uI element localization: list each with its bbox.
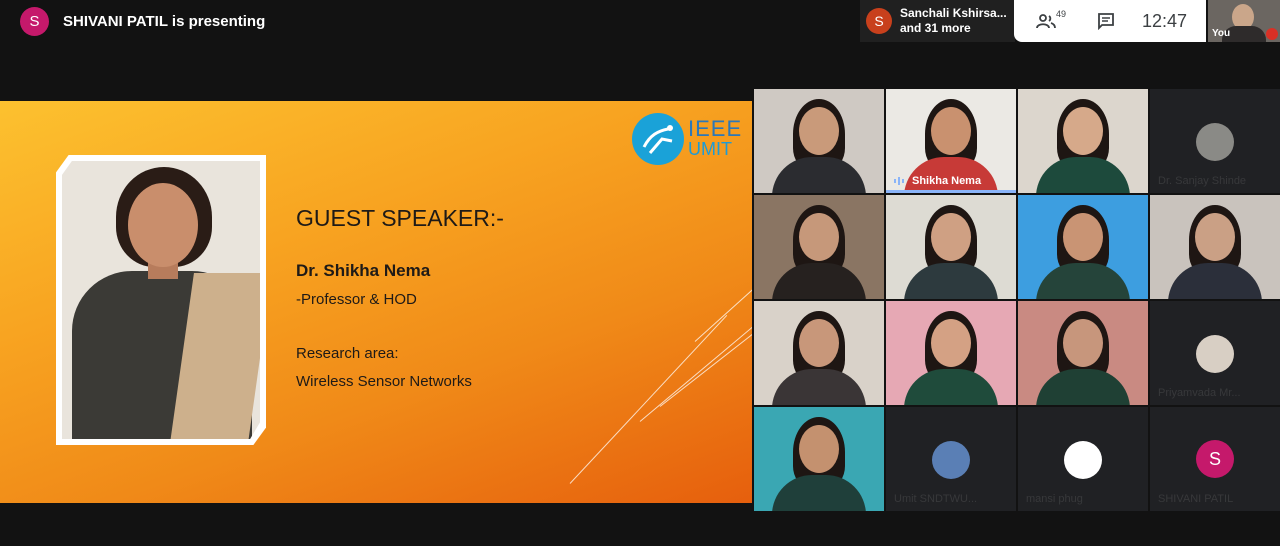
presenter-indicator: S SHIVANI PATIL is presenting: [20, 7, 265, 36]
speaker-photo-frame: [56, 155, 266, 445]
participants-summary: Sanchali Kshirsa... and 31 more: [900, 6, 1007, 36]
self-label: You: [1212, 28, 1231, 39]
people-count: 49: [1055, 9, 1066, 19]
participant-tile[interactable]: [886, 195, 1016, 299]
meeting-controls-panel: 49 12:47: [1014, 0, 1206, 42]
speaking-indicator-icon: [894, 177, 908, 185]
decor-line: [659, 332, 752, 407]
participants-line1: Sanchali Kshirsa...: [900, 6, 1007, 20]
ieee-logo-icon: [632, 113, 684, 165]
participant-tile[interactable]: Dr. Sanjay Shinde: [1150, 89, 1280, 193]
participant-avatar: [1196, 335, 1234, 373]
participant-tile[interactable]: mansi phug: [1018, 407, 1148, 511]
meeting-clock: 12:47: [1142, 10, 1188, 31]
participant-avatar: [932, 441, 970, 479]
people-button[interactable]: 49: [1032, 7, 1066, 35]
participant-name: mansi phug: [1026, 493, 1083, 505]
slide-title: GUEST SPEAKER:-: [296, 205, 504, 231]
participant-name: SHIVANI PATIL: [1158, 493, 1234, 505]
meeting-top-bar: S SHIVANI PATIL is presenting S Sanchali…: [0, 0, 1280, 42]
participant-name: Umit SNDTWU...: [894, 493, 978, 505]
participant-name: Shikha Nema: [912, 175, 982, 187]
participant-tile[interactable]: [754, 195, 884, 299]
speaker-photo: [62, 161, 260, 439]
participant-name: Dr. Sanjay Shinde: [1158, 175, 1247, 187]
chat-icon: [1098, 13, 1114, 30]
participant-avatar: S: [1196, 440, 1234, 478]
participant-avatar: [1064, 441, 1102, 479]
participant-avatar: S: [866, 8, 892, 34]
participant-tile[interactable]: [754, 301, 884, 405]
decor-line: [569, 314, 728, 484]
self-view-tile[interactable]: You: [1208, 0, 1280, 42]
participant-tile[interactable]: [754, 89, 884, 193]
participant-grid: Shikha Nema Dr. Sanjay Shinde Priyamvada…: [754, 89, 1280, 513]
participants-chip[interactable]: S Sanchali Kshirsa... and 31 more: [860, 0, 1015, 42]
presentation-slide: IEEE UMIT GUEST SPEAKER:- Dr. Shikha Nem…: [0, 101, 752, 503]
chat-button[interactable]: [1092, 7, 1120, 35]
ieee-umit-logo: IEEE UMIT: [632, 113, 742, 165]
decor-line: [639, 318, 752, 422]
participant-avatar: [1196, 123, 1234, 161]
presenter-text: SHIVANI PATIL is presenting: [63, 13, 266, 30]
participant-tile[interactable]: [1018, 195, 1148, 299]
speaker-role: -Professor & HOD: [296, 291, 417, 308]
research-area-value: Wireless Sensor Networks: [296, 373, 472, 390]
participant-tile[interactable]: [886, 301, 1016, 405]
participant-tile[interactable]: [754, 407, 884, 511]
participant-tile[interactable]: Umit SNDTWU...: [886, 407, 1016, 511]
participant-tile[interactable]: [1018, 89, 1148, 193]
presenter-avatar: S: [20, 7, 49, 36]
participant-name: Priyamvada Mr...: [1158, 387, 1241, 399]
mic-muted-icon: [1266, 28, 1278, 40]
participant-tile-active-speaker[interactable]: Shikha Nema: [886, 89, 1016, 193]
participant-tile[interactable]: [1018, 301, 1148, 405]
speaker-name: Dr. Shikha Nema: [296, 261, 431, 280]
people-icon: [1036, 14, 1056, 29]
participant-tile[interactable]: S SHIVANI PATIL: [1150, 407, 1280, 511]
research-area-label: Research area:: [296, 345, 399, 362]
participant-tile[interactable]: Priyamvada Mr...: [1150, 301, 1280, 405]
participant-tile[interactable]: [1150, 195, 1280, 299]
participants-line2: and 31 more: [900, 21, 971, 35]
